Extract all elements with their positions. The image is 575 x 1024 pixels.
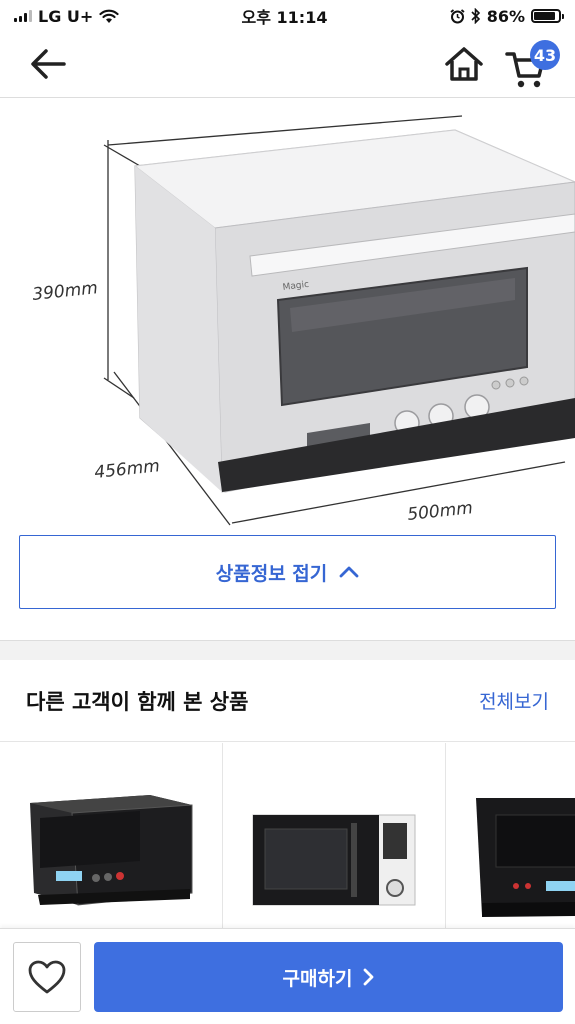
related-product-card[interactable] bbox=[446, 743, 575, 928]
carrier-label: LG U+ bbox=[38, 6, 94, 26]
bluetooth-icon bbox=[471, 8, 480, 24]
cart-button[interactable]: 43 bbox=[500, 40, 560, 90]
chevron-up-icon bbox=[339, 566, 359, 578]
product-thumbnail bbox=[30, 795, 193, 906]
collapse-product-info-button[interactable]: 상품정보 접기 bbox=[19, 535, 556, 609]
collapse-button-label: 상품정보 접기 bbox=[215, 562, 328, 585]
battery-percent: 86% bbox=[486, 6, 525, 26]
view-all-link[interactable]: 전체보기 bbox=[479, 687, 549, 714]
related-product-card[interactable] bbox=[0, 743, 223, 928]
wifi-icon bbox=[99, 9, 119, 23]
product-thumbnail bbox=[476, 798, 575, 917]
depth-dimension-label: 456mm bbox=[93, 456, 160, 483]
back-button[interactable] bbox=[26, 44, 70, 84]
buy-button-label: 구매하기 bbox=[282, 967, 353, 990]
bottom-action-bar: 구매하기 bbox=[0, 928, 575, 1024]
product-image: Magic 390mm 456mm 500mm bbox=[0, 100, 575, 530]
status-bar: LG U+ 오후 11:14 86% bbox=[0, 0, 575, 32]
related-products-title: 다른 고객이 함께 본 상품 bbox=[26, 689, 249, 714]
section-divider bbox=[0, 640, 575, 660]
product-thumbnail bbox=[252, 814, 416, 906]
arrow-left-icon bbox=[31, 49, 66, 79]
heart-icon bbox=[28, 960, 66, 994]
alarm-icon bbox=[450, 8, 465, 23]
wishlist-button[interactable] bbox=[13, 942, 81, 1012]
home-icon bbox=[445, 47, 483, 81]
buy-button[interactable]: 구매하기 bbox=[94, 942, 563, 1012]
nav-bar: 43 bbox=[0, 32, 575, 98]
clock: 오후 11:14 bbox=[241, 8, 328, 27]
width-dimension-label: 500mm bbox=[406, 498, 473, 525]
height-dimension-label: 390mm bbox=[31, 278, 98, 305]
home-button[interactable] bbox=[440, 44, 488, 84]
chevron-right-icon bbox=[364, 968, 374, 986]
signal-icon bbox=[14, 10, 32, 22]
cart-count-badge: 43 bbox=[530, 40, 560, 70]
status-right: 86% bbox=[450, 6, 564, 26]
related-products-header: 다른 고객이 함께 본 상품 전체보기 bbox=[0, 660, 575, 742]
battery-icon bbox=[530, 9, 564, 23]
oven-illustration: Magic 390mm 456mm 500mm bbox=[31, 115, 575, 526]
related-product-card[interactable] bbox=[223, 743, 446, 928]
related-products-list bbox=[0, 743, 575, 928]
status-left: LG U+ bbox=[14, 7, 119, 26]
